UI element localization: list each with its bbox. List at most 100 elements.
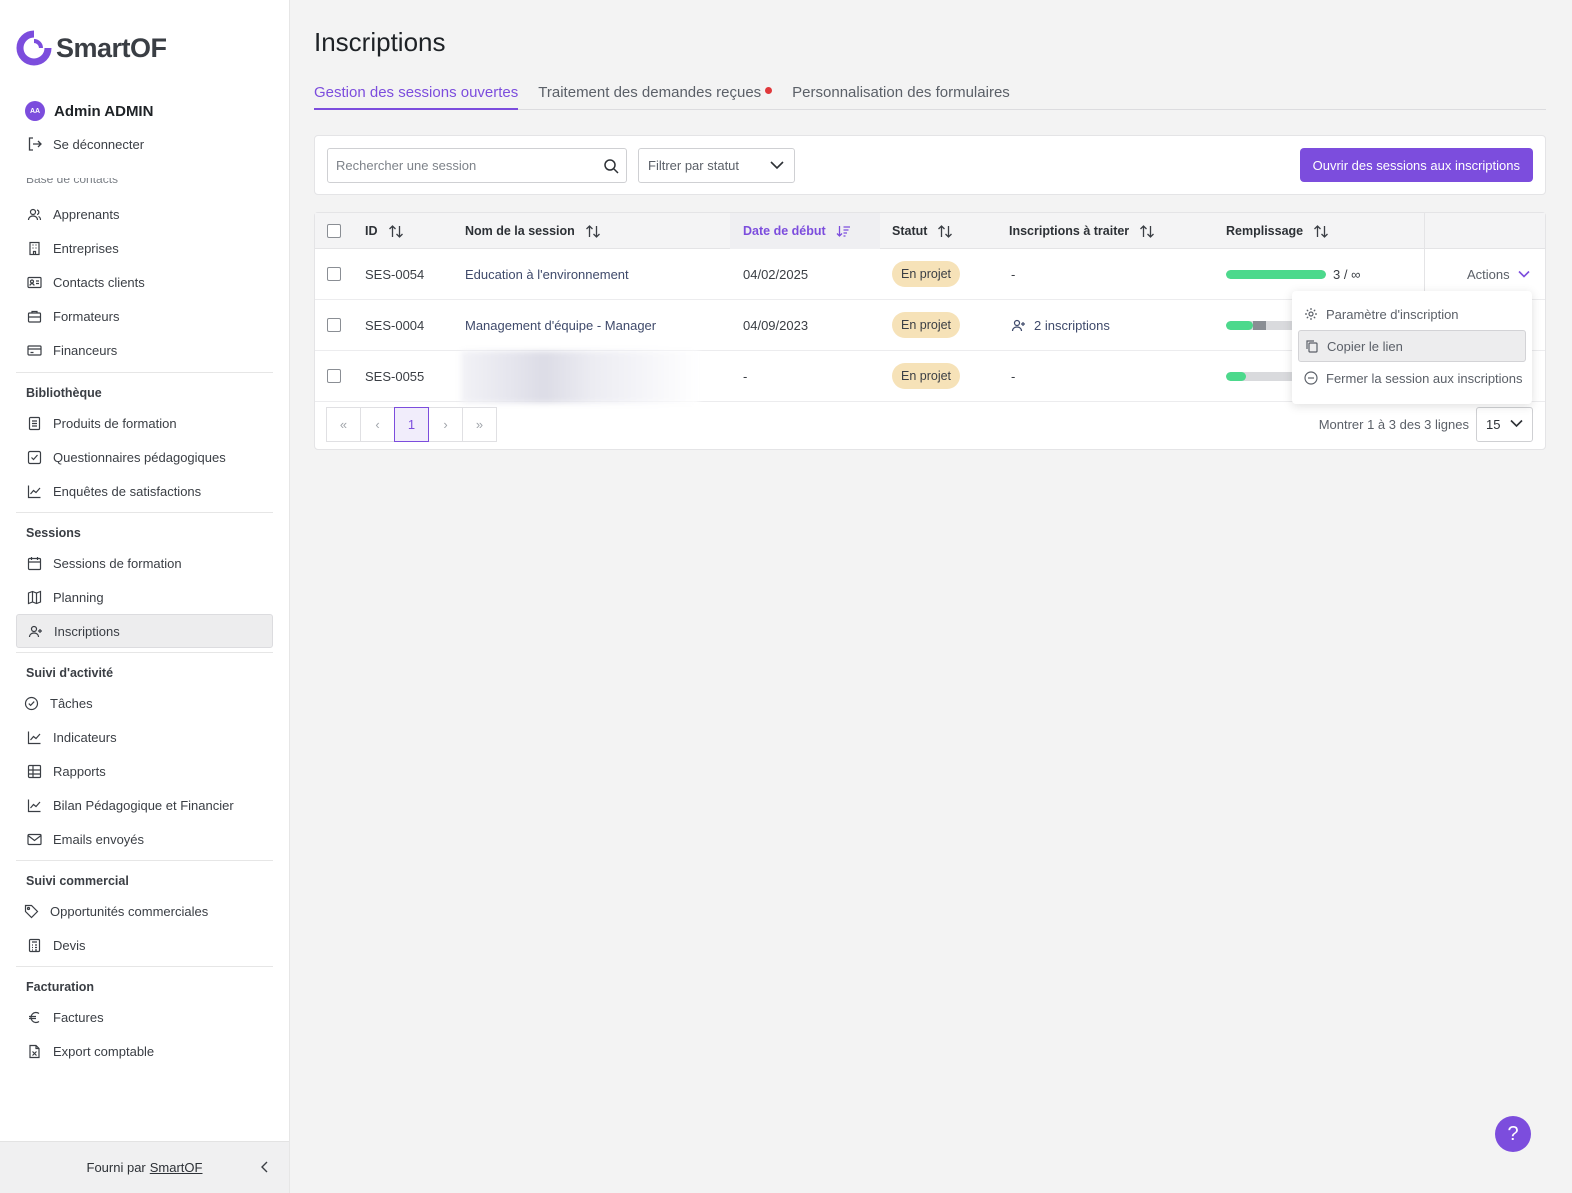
status-filter-select[interactable]: Filtrer par statut — [638, 148, 795, 183]
first-page-button[interactable]: « — [326, 407, 361, 442]
row-checkbox[interactable] — [327, 369, 341, 383]
sidebar-item-indicateurs[interactable]: Indicateurs — [16, 720, 273, 754]
sidebar-item-taches[interactable]: Tâches — [16, 686, 273, 720]
blurred-session-name — [461, 351, 699, 403]
page-number-button[interactable]: 1 — [394, 407, 429, 442]
toolbar: Filtrer par statut Ouvrir des sessions a… — [314, 135, 1546, 195]
chart-line-icon — [27, 485, 41, 498]
sidebar-item-questionnaires[interactable]: Questionnaires pédagogiques — [16, 440, 273, 474]
euro-icon — [29, 1011, 40, 1023]
column-header-id[interactable]: ID — [365, 213, 404, 249]
section-title-billing: Facturation — [26, 980, 95, 994]
sort-icon — [1314, 224, 1329, 238]
sort-icon — [1140, 224, 1155, 238]
column-label: Date de début — [743, 224, 826, 238]
table-header: ID Nom de la session Date de début Statu… — [315, 213, 1545, 249]
last-page-button[interactable]: » — [462, 407, 497, 442]
status-badge-cell: En projet — [892, 351, 961, 401]
sidebar-item-produits[interactable]: Produits de formation — [16, 406, 273, 440]
sidebar-item-sessions-formation[interactable]: Sessions de formation — [16, 546, 273, 580]
collapse-sidebar-icon[interactable] — [259, 1160, 271, 1174]
page-title: Inscriptions — [314, 27, 446, 57]
menu-item-copier-lien[interactable]: Copier le lien — [1298, 330, 1526, 362]
sidebar-item-devis[interactable]: Devis — [16, 928, 273, 962]
menu-item-parametre[interactable]: Paramètre d'inscription — [1298, 298, 1526, 330]
sidebar-item-label: Factures — [53, 1009, 104, 1025]
smartof-logo[interactable]: SmartOF — [16, 30, 167, 66]
column-label: Nom de la session — [465, 224, 575, 238]
column-header-start-date[interactable]: Date de début — [730, 213, 880, 249]
sidebar-item-label: Inscriptions — [54, 623, 120, 639]
session-name-link[interactable]: Education à l'environnement — [465, 249, 629, 299]
cell-pending: - — [1011, 266, 1016, 282]
pending-inscriptions-link[interactable]: 2 inscriptions — [1011, 300, 1110, 350]
sidebar-item-entreprises[interactable]: Entreprises — [16, 231, 273, 265]
user-profile[interactable]: AA Admin ADMIN — [25, 101, 153, 121]
search-input[interactable] — [336, 158, 598, 173]
sidebar-item-inscriptions[interactable]: Inscriptions — [16, 614, 273, 648]
column-header-name[interactable]: Nom de la session — [465, 213, 601, 249]
footer-link[interactable]: SmartOF — [150, 1160, 203, 1175]
column-header-fill[interactable]: Remplissage — [1226, 213, 1329, 249]
chart-line-icon — [27, 731, 41, 744]
sidebar-item-emails[interactable]: Emails envoyés — [16, 822, 273, 856]
fill-progress-bar — [1226, 269, 1326, 279]
fill-progress — [1226, 371, 1246, 381]
column-header-pending[interactable]: Inscriptions à traiter — [1009, 213, 1155, 249]
sidebar-item-planning[interactable]: Planning — [16, 580, 273, 614]
sidebar-item-label: Entreprises — [53, 240, 119, 256]
menu-item-fermer-session[interactable]: Fermer la session aux inscriptions — [1298, 362, 1526, 394]
search-box — [327, 148, 627, 183]
page-size-select[interactable]: 15 — [1476, 407, 1533, 442]
sidebar-item-contacts-clients[interactable]: Contacts clients — [16, 265, 273, 299]
sidebar-item-opportunites[interactable]: Opportunités commerciales — [16, 894, 273, 928]
table-icon — [27, 764, 42, 778]
sidebar-item-bilan[interactable]: Bilan Pédagogique et Financier — [16, 788, 273, 822]
search-icon[interactable] — [603, 158, 619, 174]
file-export-icon — [29, 1044, 40, 1058]
sidebar-item-financeurs[interactable]: Financeurs — [16, 333, 273, 367]
column-header-status[interactable]: Statut — [892, 213, 953, 249]
tab-label: Traitement des demandes reçues — [538, 84, 762, 101]
menu-item-label: Paramètre d'inscription — [1326, 306, 1459, 322]
sidebar-item-factures[interactable]: Factures — [16, 1000, 273, 1034]
sidebar-item-export[interactable]: Export comptable — [16, 1034, 273, 1068]
rows-info: Montrer 1 à 3 des 3 lignes — [1318, 417, 1469, 432]
open-sessions-button[interactable]: Ouvrir des sessions aux inscriptions — [1299, 148, 1533, 182]
tab-bar: Gestion des sessions ouvertes Traitement… — [314, 84, 1546, 110]
sidebar-item-label: Sessions de formation — [53, 555, 182, 571]
tab-traitement-demandes[interactable]: Traitement des demandes reçues — [538, 84, 773, 110]
cell-pending: - — [1011, 368, 1016, 384]
next-page-button[interactable]: › — [428, 407, 463, 442]
sidebar-item-label: Tâches — [50, 695, 93, 711]
sidebar-item-enquetes[interactable]: Enquêtes de satisfactions — [16, 474, 273, 508]
building-icon — [29, 241, 40, 255]
previous-page-button[interactable]: ‹ — [360, 407, 395, 442]
help-button[interactable]: ? — [1495, 1116, 1531, 1152]
logout-button[interactable]: Se déconnecter — [27, 136, 144, 152]
document-list-icon — [28, 416, 41, 430]
sidebar-item-rapports[interactable]: Rapports — [16, 754, 273, 788]
sidebar-item-apprenants[interactable]: Apprenants — [16, 197, 273, 231]
filter-placeholder: Filtrer par statut — [648, 158, 740, 173]
row-checkbox[interactable] — [327, 318, 341, 332]
section-title-library: Bibliothèque — [26, 386, 102, 400]
select-all-checkbox[interactable] — [327, 224, 341, 238]
sidebar-item-label: Produits de formation — [53, 415, 177, 431]
session-name-link[interactable]: Management d'équipe - Manager — [465, 300, 656, 350]
cell-id: SES-0054 — [365, 266, 425, 282]
pagination: « ‹ 1 › » — [326, 407, 497, 442]
sidebar-item-label: Rapports — [53, 763, 106, 779]
user-name: Admin ADMIN — [54, 102, 154, 120]
minus-circle-icon — [1304, 371, 1318, 385]
tab-personnalisation[interactable]: Personnalisation des formulaires — [792, 84, 1010, 110]
chevron-down-icon — [770, 161, 784, 170]
sidebar-item-label: Emails envoyés — [53, 831, 145, 847]
tab-gestion-sessions[interactable]: Gestion des sessions ouvertes — [314, 84, 519, 110]
sidebar-item-formateurs[interactable]: Formateurs — [16, 299, 273, 333]
row-checkbox-cell — [327, 351, 341, 401]
row-checkbox[interactable] — [327, 267, 341, 281]
section-title-contacts: Base de contacts — [26, 178, 119, 186]
status-badge: En projet — [892, 363, 961, 389]
actions-dropdown-menu: Paramètre d'inscription Copier le lien F… — [1292, 291, 1532, 404]
